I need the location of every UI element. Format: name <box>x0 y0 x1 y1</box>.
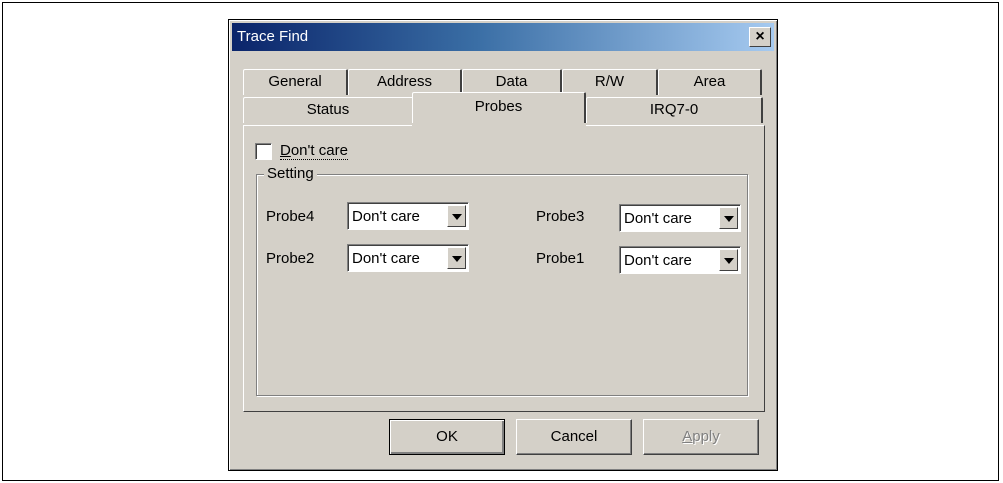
apply-mnemonic: A <box>682 428 693 445</box>
apply-label-rest: pply <box>692 428 720 445</box>
apply-button[interactable]: Apply <box>643 419 759 455</box>
close-icon[interactable]: × <box>749 27 771 47</box>
tab-probes[interactable]: Probes <box>412 92 586 126</box>
tab-area[interactable]: Area <box>658 69 762 95</box>
tab-general[interactable]: General <box>243 69 348 95</box>
tab-status[interactable]: Status <box>243 97 414 123</box>
ok-button[interactable]: OK <box>389 419 505 455</box>
cancel-button[interactable]: Cancel <box>516 419 632 455</box>
title-bar[interactable]: Trace Find × <box>232 23 774 51</box>
active-tab-joint <box>412 123 586 127</box>
trace-find-dialog: Trace Find × General Address Data R/W Ar… <box>228 19 778 471</box>
window-title: Trace Find <box>237 28 309 45</box>
tab-irq7-0[interactable]: IRQ7-0 <box>586 97 763 123</box>
tab-panel <box>243 125 765 412</box>
